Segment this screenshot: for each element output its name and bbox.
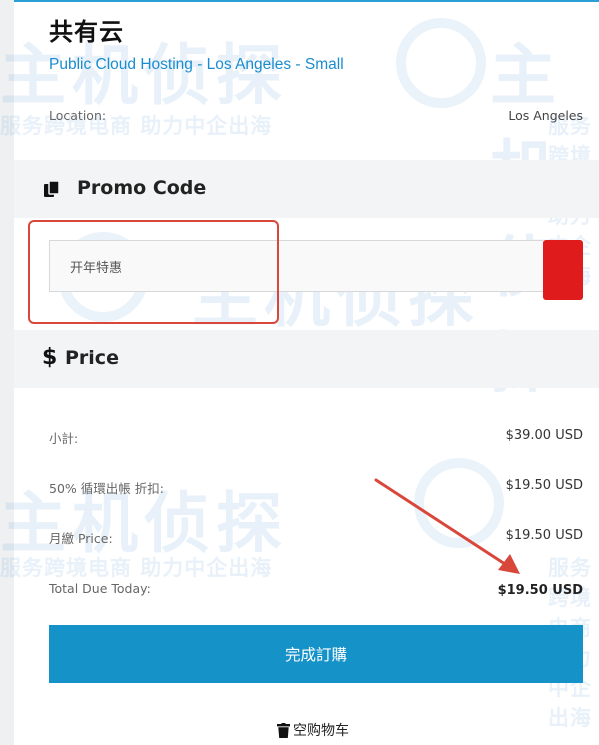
subtotal-label: 小計: bbox=[49, 431, 79, 446]
annotation-highlight-box bbox=[28, 220, 279, 324]
top-rule bbox=[14, 0, 599, 2]
monthly-price-label: 月繳 Price: bbox=[49, 531, 113, 546]
location-value: Los Angeles bbox=[508, 108, 583, 123]
promo-code-title: Promo Code bbox=[77, 177, 207, 199]
complete-order-button[interactable]: 完成訂購 bbox=[49, 625, 583, 683]
subtotal-value: $39.00 USD bbox=[505, 428, 583, 443]
price-title: Price bbox=[65, 347, 119, 369]
price-header: $ Price bbox=[14, 330, 599, 388]
discount-label: 50% 循環出帳 折扣: bbox=[49, 481, 164, 496]
page-left-edge bbox=[0, 0, 14, 745]
product-link[interactable]: Public Cloud Hosting - Los Angeles - Sma… bbox=[49, 56, 344, 74]
total-due-value: $19.50 USD bbox=[497, 583, 583, 598]
copy-icon bbox=[43, 180, 61, 198]
promo-code-header: Promo Code bbox=[14, 160, 599, 218]
apply-promo-button[interactable] bbox=[543, 240, 583, 300]
annotation-arrow bbox=[374, 478, 520, 574]
location-label: Location: bbox=[49, 108, 107, 123]
total-due-label: Total Due Today: bbox=[49, 581, 151, 596]
empty-cart-link[interactable]: 空购物车 bbox=[277, 720, 349, 740]
trash-icon bbox=[277, 722, 290, 738]
dollar-icon: $ bbox=[42, 345, 58, 370]
empty-cart-label: 空购物车 bbox=[293, 723, 349, 739]
store-title: 共有云 bbox=[49, 18, 124, 46]
